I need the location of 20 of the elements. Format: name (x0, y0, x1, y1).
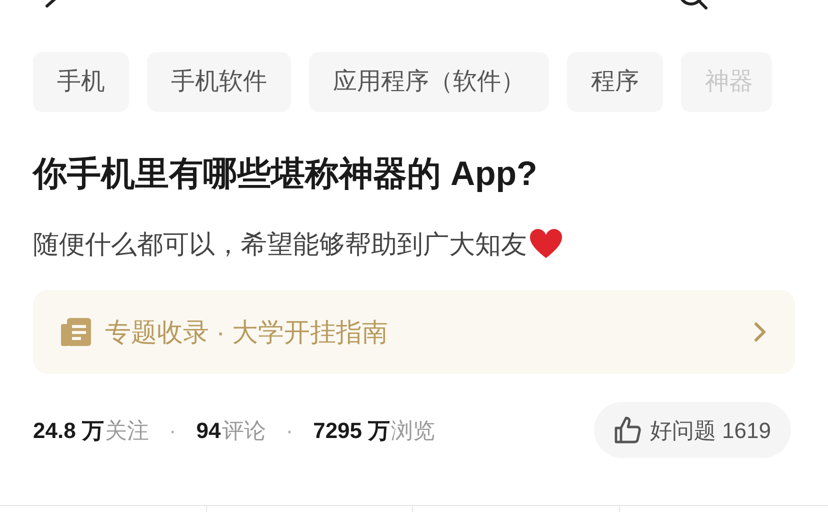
topic-tag[interactable]: 手机 (33, 52, 129, 112)
stat-value: 94 (196, 416, 221, 444)
stat-label: 关注 (104, 416, 149, 444)
question-description: 随便什么都可以，希望能够帮助到广大知友 (33, 228, 527, 261)
chevron-right-icon (753, 321, 767, 343)
stat-value: 7295 万 (313, 416, 390, 444)
topic-tag[interactable]: 程序 (567, 52, 663, 112)
thumbs-up-icon (614, 416, 642, 444)
separator-dot: · (168, 416, 176, 444)
heart-icon (529, 228, 563, 260)
document-icon (61, 318, 91, 346)
stat-label: 浏览 (391, 416, 436, 444)
good-question-button[interactable]: 好问题 1619 (594, 402, 791, 458)
collection-label: 专题收录 · 大学开挂指南 (105, 316, 390, 348)
topic-tag[interactable]: 手机软件 (147, 52, 291, 112)
stat-label: 评论 (222, 416, 266, 444)
stat-value: 24.8 万 (33, 416, 104, 444)
question-title: 你手机里有哪些堪称神器的 App? (31, 154, 538, 195)
separator-dot: · (286, 416, 294, 444)
topic-tag[interactable]: 应用程序（软件） (309, 52, 549, 112)
